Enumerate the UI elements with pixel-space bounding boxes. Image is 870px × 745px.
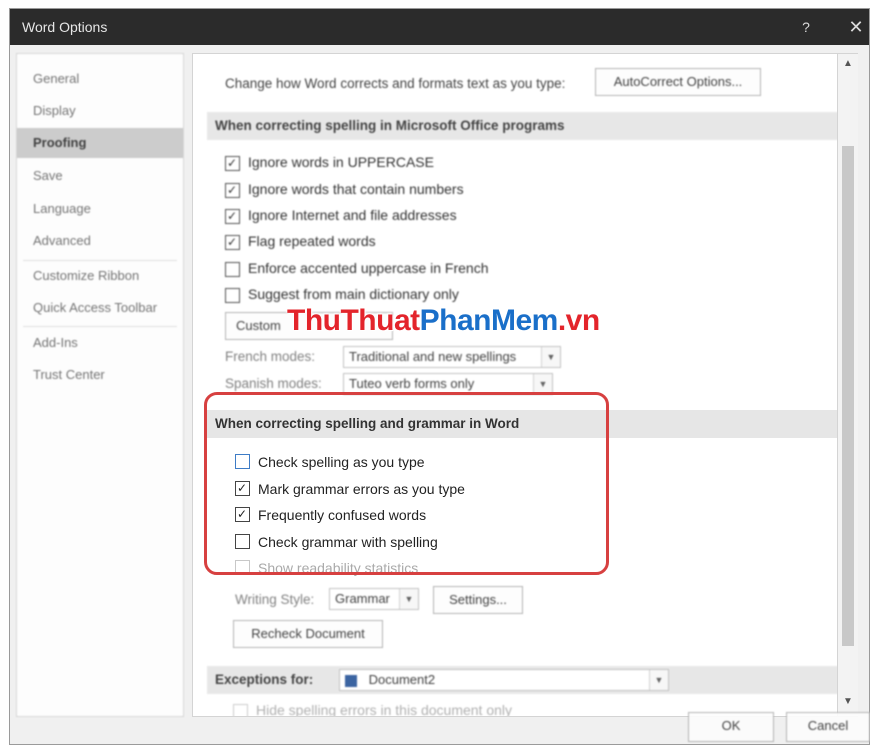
suggest-main-dictionary-checkbox[interactable]	[225, 288, 240, 303]
spanish-modes-select[interactable]: Tuteo verb forms only ▼	[343, 373, 553, 395]
sidebar-item-general[interactable]: General	[17, 64, 183, 94]
ignore-internet-addresses-checkbox[interactable]	[225, 209, 240, 224]
word-spelling-grammar-section-header: When correcting spelling and grammar in …	[207, 410, 837, 438]
flag-repeated-words-label: Flag repeated words	[248, 233, 376, 249]
sidebar-item-customize-ribbon[interactable]: Customize Ribbon	[17, 261, 183, 291]
site-watermark: ThuThuatPhanMem.vn	[287, 304, 600, 337]
exceptions-document-value: Document2	[368, 672, 436, 687]
hide-spelling-errors-label: Hide spelling errors in this document on…	[256, 702, 513, 717]
sidebar-item-save[interactable]: Save	[17, 161, 183, 191]
word-options-dialog: Word Options ? ✕ General Display Proofin…	[9, 8, 870, 745]
spanish-modes-label: Spanish modes:	[225, 376, 322, 391]
sidebar-item-language[interactable]: Language	[17, 194, 183, 224]
chevron-down-icon: ▼	[649, 670, 668, 690]
chevron-down-icon: ▼	[541, 347, 560, 367]
ignore-numbers-checkbox[interactable]	[225, 183, 240, 198]
writing-style-label: Writing Style:	[235, 592, 315, 607]
proofing-content-panel: Change how Word corrects and formats tex…	[192, 53, 838, 717]
recheck-document-button[interactable]: Recheck Document	[233, 620, 383, 648]
scroll-up-arrow-icon[interactable]: ▲	[838, 58, 858, 72]
mark-grammar-errors-checkbox[interactable]	[235, 481, 250, 496]
writing-style-select[interactable]: Grammar ▼	[329, 588, 419, 610]
sidebar-item-advanced[interactable]: Advanced	[17, 226, 183, 256]
scroll-thumb[interactable]	[842, 146, 854, 646]
spanish-modes-value: Tuteo verb forms only	[349, 376, 475, 391]
settings-button[interactable]: Settings...	[433, 586, 523, 614]
enforce-accented-uppercase-label: Enforce accented uppercase in French	[248, 260, 489, 276]
check-spelling-as-you-type-label: Check spelling as you type	[258, 454, 425, 470]
flag-repeated-words-checkbox[interactable]	[225, 235, 240, 250]
office-spelling-section-header: When correcting spelling in Microsoft Of…	[207, 112, 837, 140]
help-button[interactable]: ?	[794, 15, 818, 39]
ignore-internet-addresses-label: Ignore Internet and file addresses	[248, 207, 457, 223]
ignore-uppercase-checkbox[interactable]	[225, 156, 240, 171]
exceptions-document-select[interactable]: Document2 ▼	[339, 669, 669, 691]
suggest-main-dictionary-label: Suggest from main dictionary only	[248, 286, 459, 302]
french-modes-select[interactable]: Traditional and new spellings ▼	[343, 346, 561, 368]
french-modes-value: Traditional and new spellings	[349, 349, 517, 364]
autocorrect-description: Change how Word corrects and formats tex…	[225, 76, 566, 91]
hide-spelling-errors-checkbox[interactable]	[233, 704, 248, 716]
mark-grammar-errors-label: Mark grammar errors as you type	[258, 481, 465, 497]
title-bar: Word Options ? ✕	[10, 9, 869, 45]
exceptions-label: Exceptions for:	[215, 672, 314, 687]
check-spelling-as-you-type-checkbox[interactable]	[235, 454, 250, 469]
document-icon	[345, 674, 357, 687]
writing-style-value: Grammar	[335, 591, 390, 606]
dialog-title: Word Options	[22, 19, 108, 35]
frequently-confused-words-checkbox[interactable]	[235, 507, 250, 522]
chevron-down-icon: ▼	[399, 589, 418, 609]
sidebar-item-display[interactable]: Display	[17, 96, 183, 126]
options-sidebar: General Display Proofing Save Language A…	[16, 53, 184, 717]
chevron-down-icon: ▼	[533, 374, 552, 394]
ignore-uppercase-label: Ignore words in UPPERCASE	[248, 154, 434, 170]
french-modes-label: French modes:	[225, 349, 316, 364]
show-readability-statistics-checkbox[interactable]	[235, 560, 250, 575]
sidebar-divider	[23, 326, 177, 327]
content-scrollbar[interactable]: ▲ ▼	[838, 53, 858, 717]
sidebar-item-quick-access-toolbar[interactable]: Quick Access Toolbar	[17, 293, 183, 323]
check-grammar-with-spelling-checkbox[interactable]	[235, 534, 250, 549]
sidebar-item-proofing[interactable]: Proofing	[17, 128, 183, 158]
close-button[interactable]: ✕	[844, 15, 868, 39]
ok-button[interactable]: OK	[688, 712, 774, 742]
sidebar-item-add-ins[interactable]: Add-Ins	[17, 328, 183, 358]
enforce-accented-uppercase-checkbox[interactable]	[225, 262, 240, 277]
scroll-down-arrow-icon[interactable]: ▼	[838, 696, 858, 710]
cancel-button[interactable]: Cancel	[786, 712, 870, 742]
check-grammar-with-spelling-label: Check grammar with spelling	[258, 534, 438, 550]
ignore-numbers-label: Ignore words that contain numbers	[248, 181, 464, 197]
frequently-confused-words-label: Frequently confused words	[258, 507, 427, 523]
show-readability-statistics-label: Show readability statistics	[258, 560, 419, 576]
autocorrect-options-button[interactable]: AutoCorrect Options...	[595, 68, 761, 96]
sidebar-item-trust-center[interactable]: Trust Center	[17, 360, 183, 390]
